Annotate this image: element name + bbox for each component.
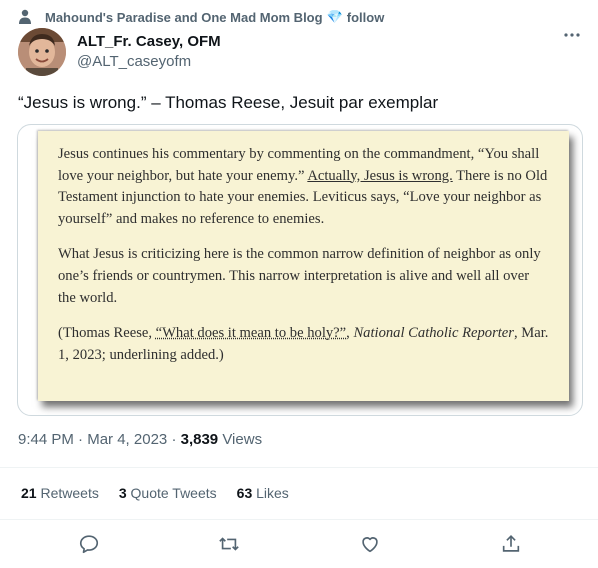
scan-text: (Thomas Reese, <box>58 325 156 342</box>
scan-article-title: “What does it mean to be holy?” <box>155 325 347 342</box>
tweet-date[interactable]: Mar 4, 2023 <box>87 431 167 448</box>
likes-label: Likes <box>256 485 289 501</box>
scan-citation: (Thomas Reese, “What does it mean to be … <box>58 323 549 366</box>
quotes-count: 3 <box>118 485 127 501</box>
reply-icon <box>79 535 99 554</box>
more-options-button[interactable] <box>563 32 581 38</box>
retweet-button[interactable] <box>218 533 240 555</box>
social-context[interactable]: Mahound's Paradise and One Mad Mom Blog … <box>18 8 384 26</box>
retweets-count: 21 <box>21 485 37 501</box>
scan-paragraph-2: What Jesus is criticizing here is the co… <box>58 246 541 306</box>
views-count: 3,839 <box>180 431 219 448</box>
retweet-icon <box>219 537 239 551</box>
avatar[interactable] <box>18 28 66 76</box>
scan-underlined-text: Actually, Jesus is wrong. <box>307 167 453 184</box>
likes-count: 63 <box>236 485 253 501</box>
tweet-meta: 9:44 PM · Mar 4, 2023 · 3,839 Views <box>18 431 262 448</box>
social-context-action[interactable]: follow <box>347 10 385 25</box>
reply-button[interactable] <box>78 533 100 555</box>
divider <box>0 467 598 468</box>
tweet-stats: 21 Retweets 3 Quote Tweets 63 Likes <box>21 485 289 501</box>
author-handle[interactable]: @ALT_caseyofm <box>77 52 221 72</box>
author-display-name[interactable]: ALT_Fr. Casey, OFM <box>77 33 221 51</box>
diamond-emoji: 💎 <box>326 9 343 24</box>
tweet-time[interactable]: 9:44 PM <box>18 431 74 448</box>
scan-publication: National Catholic Reporter <box>353 325 514 342</box>
retweets-stat[interactable]: 21 Retweets <box>21 485 99 501</box>
scan-paragraph-1: Jesus continues his commentary by commen… <box>58 144 549 230</box>
divider <box>0 519 598 520</box>
more-icon <box>564 33 580 37</box>
person-icon <box>18 9 32 25</box>
views-label: Views <box>222 431 263 448</box>
social-context-source[interactable]: Mahound's Paradise and One Mad Mom Blog <box>45 10 323 25</box>
like-button[interactable] <box>359 533 381 555</box>
action-bar <box>0 527 598 561</box>
retweets-label: Retweets <box>40 485 99 501</box>
scanned-quote-image: Jesus continues his commentary by commen… <box>38 131 569 401</box>
like-icon <box>362 537 378 553</box>
meta-separator: · <box>171 431 177 448</box>
quotes-label: Quote Tweets <box>130 485 217 501</box>
tweet-media[interactable]: Jesus continues his commentary by commen… <box>17 124 583 416</box>
tweet-text: “Jesus is wrong.” – Thomas Reese, Jesuit… <box>18 93 439 112</box>
share-button[interactable] <box>500 533 522 555</box>
likes-stat[interactable]: 63 Likes <box>237 485 289 501</box>
author-block[interactable]: ALT_Fr. Casey, OFM @ALT_caseyofm <box>77 33 221 72</box>
share-icon <box>502 535 520 552</box>
quote-tweets-stat[interactable]: 3 Quote Tweets <box>119 485 217 501</box>
meta-separator: · <box>78 431 84 448</box>
